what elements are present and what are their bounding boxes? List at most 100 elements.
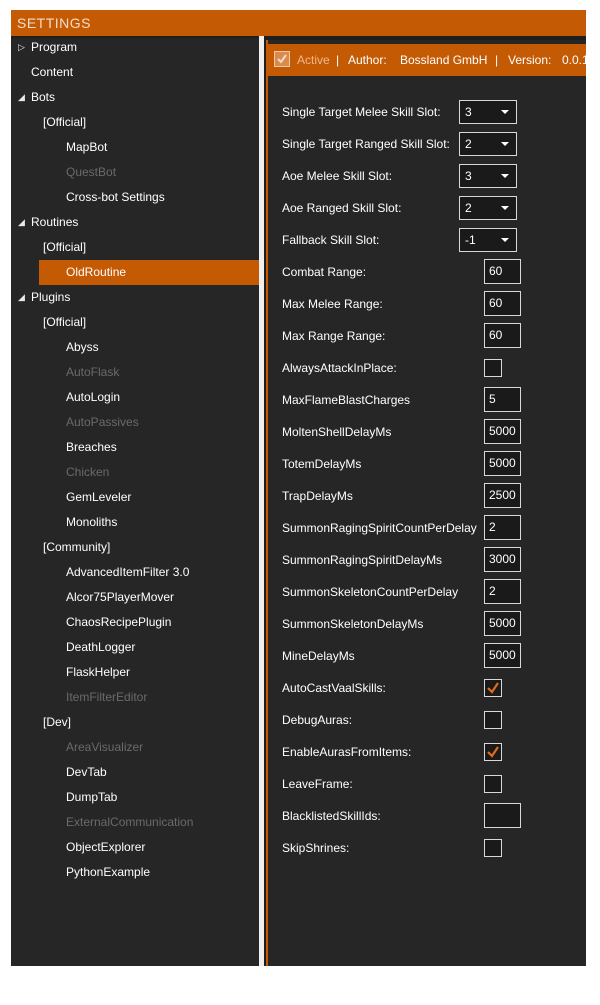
tree-item-monoliths[interactable]: Monoliths <box>66 510 117 535</box>
tree-item-label: [Community] <box>43 540 111 554</box>
tree-item-label: GemLeveler <box>66 490 132 504</box>
setting-label-totemdelayms: TotemDelayMs <box>282 457 362 471</box>
triangle-right-icon[interactable]: ▷ <box>18 35 25 60</box>
setting-label-trapdelayms: TrapDelayMs <box>282 489 353 503</box>
setting-input-max-range-range[interactable]: 60 <box>484 323 521 348</box>
setting-input-combat-range[interactable]: 60 <box>484 259 521 284</box>
tree-item-label: AreaVisualizer <box>66 740 144 754</box>
setting-checkbox-leaveframe[interactable] <box>484 775 502 793</box>
tree-item-label: Chicken <box>66 465 110 479</box>
tree-item-official[interactable]: [Official] <box>43 310 86 335</box>
tree-item-label: AutoPassives <box>66 415 139 429</box>
tree-item-dev[interactable]: [Dev] <box>43 710 71 735</box>
tree-item-label: AdvancedItemFilter 3.0 <box>66 565 190 579</box>
setting-dropdown-aoe-melee-skill-slot[interactable]: 3 <box>459 164 517 188</box>
tree-item-autologin[interactable]: AutoLogin <box>66 385 120 410</box>
tree-item-label: ChaosRecipePlugin <box>66 615 172 629</box>
dropdown-value: -1 <box>465 233 476 247</box>
tree-item-label: DeathLogger <box>66 640 136 654</box>
tree-item-advanceditemfilter-3-0[interactable]: AdvancedItemFilter 3.0 <box>66 560 189 585</box>
tree-item-gemleveler[interactable]: GemLeveler <box>66 485 131 510</box>
setting-dropdown-single-target-melee-skill-slot[interactable]: 3 <box>459 100 517 124</box>
setting-label-max-range-range: Max Range Range: <box>282 329 386 343</box>
triangle-down-icon[interactable]: ◢ <box>18 85 25 110</box>
tree-item-mapbot[interactable]: MapBot <box>66 135 107 160</box>
setting-dropdown-aoe-ranged-skill-slot[interactable]: 2 <box>459 196 517 220</box>
setting-input-maxflameblastcharges[interactable]: 5 <box>484 387 521 412</box>
tree-item-areavisualizer[interactable]: AreaVisualizer <box>66 735 143 760</box>
tree-item-label: QuestBot <box>66 165 117 179</box>
settings-tree[interactable]: ▷ Program Content ◢ Bots [Official] MapBot Ques… <box>11 38 259 966</box>
author-value: Bossland GmbH <box>400 53 488 67</box>
tree-item-label: Breaches <box>66 440 117 454</box>
setting-checkbox-skipshrines[interactable] <box>484 839 502 857</box>
tree-item-program[interactable]: ▷ Program <box>18 35 78 60</box>
setting-input-minedelayms[interactable]: 5000 <box>484 643 521 668</box>
setting-input-max-melee-range[interactable]: 60 <box>484 291 521 316</box>
tree-item-content[interactable]: Content <box>31 60 73 85</box>
setting-label-autocastvaalskills: AutoCastVaalSkills: <box>282 681 386 695</box>
tree-item-routines[interactable]: ◢ Routines <box>18 210 78 235</box>
tree-item-abyss[interactable]: Abyss <box>66 335 99 360</box>
setting-dropdown-single-target-ranged-skill-slot[interactable]: 2 <box>459 132 517 156</box>
tree-item-oldroutine[interactable]: OldRoutine <box>39 260 259 285</box>
tree-item-label: PythonExample <box>66 865 151 879</box>
setting-input-moltenshelldelayms[interactable]: 5000 <box>484 419 521 444</box>
setting-label-summonskeletoncountperdelay: SummonSkeletonCountPerDelay <box>282 585 459 599</box>
tree-item-devtab[interactable]: DevTab <box>66 760 107 785</box>
setting-input-summonskeletondelayms[interactable]: 5000 <box>484 611 521 636</box>
tree-item-plugins[interactable]: ◢ Plugins <box>18 285 70 310</box>
setting-checkbox-enableaurasfromitems[interactable] <box>484 743 502 761</box>
setting-input-totemdelayms[interactable]: 5000 <box>484 451 521 476</box>
setting-input-summonragingspiritdelayms[interactable]: 3000 <box>484 547 521 572</box>
tree-item-official[interactable]: [Official] <box>43 110 86 135</box>
tree-item-alcor75playermover[interactable]: Alcor75PlayerMover <box>66 585 174 610</box>
setting-input-blacklistedskillids[interactable] <box>484 803 521 828</box>
tree-item-pythonexample[interactable]: PythonExample <box>66 860 150 885</box>
tree-item-deathlogger[interactable]: DeathLogger <box>66 635 135 660</box>
tree-item-community[interactable]: [Community] <box>43 535 110 560</box>
setting-label-debugauras: DebugAuras: <box>282 713 353 727</box>
setting-label-combat-range: Combat Range: <box>282 265 367 279</box>
tree-item-breaches[interactable]: Breaches <box>66 435 117 460</box>
tree-item-official[interactable]: [Official] <box>43 235 86 260</box>
splitter[interactable] <box>259 36 264 966</box>
tree-item-bots[interactable]: ◢ Bots <box>18 85 55 110</box>
tree-item-label: ObjectExplorer <box>66 840 146 854</box>
chevron-down-icon <box>501 206 509 210</box>
routine-settings-panel: Active | Author: Bossland GmbH | Version… <box>266 40 586 966</box>
tree-item-externalcommunication[interactable]: ExternalCommunication <box>66 810 193 835</box>
setting-input-summonskeletoncountperdelay[interactable]: 2 <box>484 579 521 604</box>
setting-label-summonragingspiritdelayms: SummonRagingSpiritDelayMs <box>282 553 443 567</box>
tree-item-chaosrecipeplugin[interactable]: ChaosRecipePlugin <box>66 610 171 635</box>
setting-label-summonskeletondelayms: SummonSkeletonDelayMs <box>282 617 424 631</box>
tree-item-label: Program <box>31 40 78 54</box>
active-checkbox[interactable] <box>274 51 290 67</box>
tree-item-dumptab[interactable]: DumpTab <box>66 785 117 810</box>
tree-item-label: Cross-bot Settings <box>66 190 165 204</box>
tree-item-questbot[interactable]: QuestBot <box>66 160 116 185</box>
setting-dropdown-fallback-skill-slot[interactable]: -1 <box>459 228 517 252</box>
setting-checkbox-autocastvaalskills[interactable] <box>484 679 502 697</box>
setting-checkbox-debugauras[interactable] <box>484 711 502 729</box>
tree-item-label: MapBot <box>66 140 108 154</box>
dropdown-value: 3 <box>465 169 472 183</box>
setting-input-summonragingspiritcountperdelay[interactable]: 2 <box>484 515 521 540</box>
triangle-down-icon[interactable]: ◢ <box>18 285 25 310</box>
setting-input-trapdelayms[interactable]: 2500 <box>484 483 521 508</box>
setting-label-maxflameblastcharges: MaxFlameBlastCharges <box>282 393 411 407</box>
triangle-down-icon[interactable]: ◢ <box>18 210 25 235</box>
setting-checkbox-alwaysattackinplace[interactable] <box>484 359 502 377</box>
checkmark-icon <box>487 746 499 758</box>
tree-item-chicken[interactable]: Chicken <box>66 460 109 485</box>
tree-item-autoflask[interactable]: AutoFlask <box>66 360 119 385</box>
setting-label-single-target-ranged-skill-slot: Single Target Ranged Skill Slot: <box>282 137 450 151</box>
tree-item-objectexplorer[interactable]: ObjectExplorer <box>66 835 145 860</box>
settings-window: SETTINGS ▷ Program Content ◢ Bots [Official] M… <box>11 10 586 966</box>
tree-item-label: Alcor75PlayerMover <box>66 590 175 604</box>
tree-item-label: Abyss <box>66 340 99 354</box>
tree-item-autopassives[interactable]: AutoPassives <box>66 410 139 435</box>
tree-item-cross-bot-settings[interactable]: Cross-bot Settings <box>66 185 165 210</box>
tree-item-itemfiltereditor[interactable]: ItemFilterEditor <box>66 685 147 710</box>
tree-item-flaskhelper[interactable]: FlaskHelper <box>66 660 130 685</box>
